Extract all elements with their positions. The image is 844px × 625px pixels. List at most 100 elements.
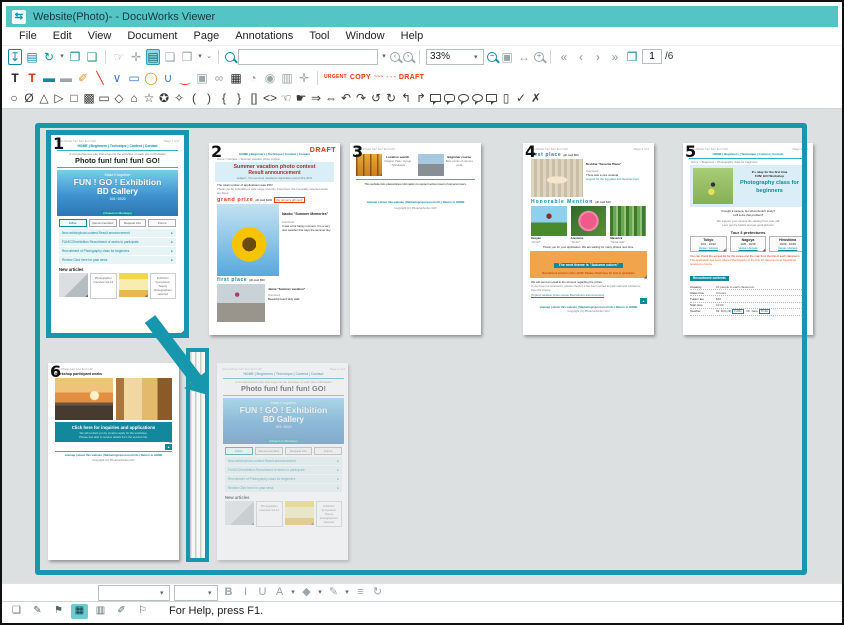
prev-page-icon[interactable]: ‹	[574, 49, 588, 65]
counter-icon[interactable]: ▥	[280, 70, 294, 86]
text-tool-icon[interactable]: T	[8, 70, 22, 86]
zoom-combo[interactable]: 33% ▾	[426, 49, 484, 65]
menu-window[interactable]: Window	[339, 28, 392, 44]
font-size-combo[interactable]: ▾	[174, 585, 218, 601]
view-dropdown-icon[interactable]: ▾	[197, 49, 203, 65]
link-icon[interactable]: ∞	[212, 70, 226, 86]
table-icon[interactable]: ▦	[229, 70, 243, 86]
rounded-bubble-icon[interactable]	[444, 94, 455, 102]
diamond-shape-icon[interactable]: ◇	[113, 90, 125, 106]
dash-stamp-icon[interactable]: - - -	[387, 70, 396, 86]
menu-page[interactable]: Page	[187, 28, 227, 44]
search-dropdown-icon[interactable]: ▾	[381, 49, 387, 65]
zoom-in-icon[interactable]: +	[534, 52, 544, 62]
continuous-view-icon[interactable]: ❐	[180, 49, 194, 65]
wave-stamp-icon[interactable]: ~~~	[374, 70, 384, 86]
font-family-combo[interactable]: ▾	[98, 585, 170, 601]
font-color-icon[interactable]: A	[273, 585, 286, 601]
full-screen-icon[interactable]: ❏	[8, 604, 25, 619]
arrow-right-icon[interactable]: ⇒	[310, 90, 322, 106]
two-page-mode-icon[interactable]: ▥	[92, 604, 109, 619]
thought-bubble-icon[interactable]	[472, 94, 483, 102]
first-page-icon[interactable]: «	[557, 49, 571, 65]
more-icon[interactable]: ⌄	[206, 49, 212, 65]
pen-mode-icon[interactable]: ✐	[113, 604, 130, 619]
stamp-pill-gray-icon[interactable]: ▬	[59, 70, 73, 86]
rounded-rect-icon[interactable]: ▭	[98, 90, 110, 106]
find-previous-icon[interactable]: ‹	[390, 52, 400, 62]
menu-tool[interactable]: Tool	[302, 28, 336, 44]
document-canvas[interactable]: 1 photo Photo fun! fun! fun! GO!Page 1 o…	[2, 109, 842, 583]
save-icon[interactable]: ↧	[8, 49, 22, 65]
paren-right-icon[interactable]: )	[203, 90, 215, 106]
fit-page-icon[interactable]: ▣	[500, 49, 514, 65]
clipboard-icon[interactable]: ❑	[85, 49, 99, 65]
polyline-tool-icon[interactable]: ∨	[110, 70, 124, 86]
line-style-icon[interactable]: ≡	[354, 585, 367, 601]
draft-stamp-icon[interactable]: DRAFT	[399, 70, 424, 86]
line-color-icon[interactable]: ✎	[327, 585, 340, 601]
fill-color-icon[interactable]: ◆	[300, 585, 313, 601]
fit-width-icon[interactable]: ↔	[517, 49, 531, 65]
copy-stamp-icon[interactable]: COPY	[350, 70, 371, 86]
menu-document[interactable]: Document	[120, 28, 184, 44]
menu-edit[interactable]: Edit	[46, 28, 79, 44]
move-tool-icon[interactable]: ✛	[297, 70, 311, 86]
oval-marker-icon[interactable]: ◯	[144, 70, 158, 86]
rotate-left-icon[interactable]: ↺	[370, 90, 382, 106]
find-next-icon[interactable]: ›	[403, 52, 413, 62]
square-shape-icon[interactable]: □	[68, 90, 80, 106]
zoom-out-icon[interactable]: −	[487, 52, 497, 62]
menu-file[interactable]: File	[12, 28, 44, 44]
star-shape-icon[interactable]: ☆	[143, 90, 155, 106]
select-annotation-icon[interactable]: ✛	[129, 49, 143, 65]
point-right-hand-icon[interactable]: ☛	[295, 90, 307, 106]
note-shape-icon[interactable]: ▯	[500, 90, 512, 106]
paren-left-icon[interactable]: (	[188, 90, 200, 106]
brace-left-icon[interactable]: {	[218, 90, 230, 106]
point-left-hand-icon[interactable]: ☜	[280, 90, 292, 106]
annotation-toggle-icon[interactable]: ✎	[29, 604, 46, 619]
menu-view[interactable]: View	[81, 28, 119, 44]
highlight-pen-icon[interactable]: ✐	[76, 70, 90, 86]
menu-help[interactable]: Help	[394, 28, 431, 44]
stamp-pill-teal-icon[interactable]: ▬	[42, 70, 56, 86]
rect-marker-icon[interactable]: ▭	[127, 70, 141, 86]
hexagon-shape-icon[interactable]: ✧	[173, 90, 185, 106]
freehand-marker-icon[interactable]: ∪	[161, 70, 175, 86]
pentagon-shape-icon[interactable]: ⌂	[128, 90, 140, 106]
brace-right-icon[interactable]: }	[233, 90, 245, 106]
thumbnail-mode-icon[interactable]: ▦	[71, 604, 88, 619]
check-mark-icon[interactable]: ✓	[515, 90, 527, 106]
wave-marker-icon[interactable]: ‿	[178, 70, 192, 86]
attachment-icon[interactable]: ▣	[195, 70, 209, 86]
down-callout-icon[interactable]	[486, 94, 497, 102]
pan-hand-icon[interactable]: ☞	[112, 49, 126, 65]
last-page-icon[interactable]: »	[608, 49, 622, 65]
urgent-stamp-icon[interactable]: URGENT	[324, 70, 347, 86]
thumbnail-view-icon[interactable]: ▤	[146, 49, 160, 65]
triangle-shape-icon[interactable]: △	[38, 90, 50, 106]
italic-icon[interactable]: I	[239, 585, 252, 601]
infoview-toggle-icon[interactable]: ⚑	[50, 604, 67, 619]
text-color-tool-icon[interactable]: T	[25, 70, 39, 86]
menu-annotations[interactable]: Annotations	[228, 28, 300, 44]
page-number-input[interactable]	[642, 49, 662, 64]
angle-brackets-icon[interactable]: <>	[263, 90, 277, 106]
font-color-dropdown-icon[interactable]: ▾	[290, 585, 296, 601]
speech-bubble-icon[interactable]	[430, 94, 441, 102]
fill-color-dropdown-icon[interactable]: ▾	[317, 585, 323, 601]
curl-up-left-icon[interactable]: ↰	[400, 90, 412, 106]
print-icon[interactable]: ▤	[25, 49, 39, 65]
date-stamp-icon[interactable]: ◔	[246, 70, 260, 86]
bookmark-icon[interactable]: ⚐	[134, 604, 151, 619]
page-copy-icon[interactable]: ❐	[625, 49, 639, 65]
line-color-dropdown-icon[interactable]: ▾	[344, 585, 350, 601]
redo-arrow-icon[interactable]: ↷	[355, 90, 367, 106]
page-thumbnail-1-selected[interactable]: 1 photo Photo fun! fun! fun! GO!Page 1 o…	[46, 130, 189, 338]
prohibition-shape-icon[interactable]: Ø	[23, 90, 35, 106]
bold-icon[interactable]: B	[222, 585, 235, 601]
number-stamp-icon[interactable]: ◉	[263, 70, 277, 86]
line-tool-icon[interactable]: ╲	[93, 70, 107, 86]
search-icon[interactable]	[225, 52, 235, 62]
